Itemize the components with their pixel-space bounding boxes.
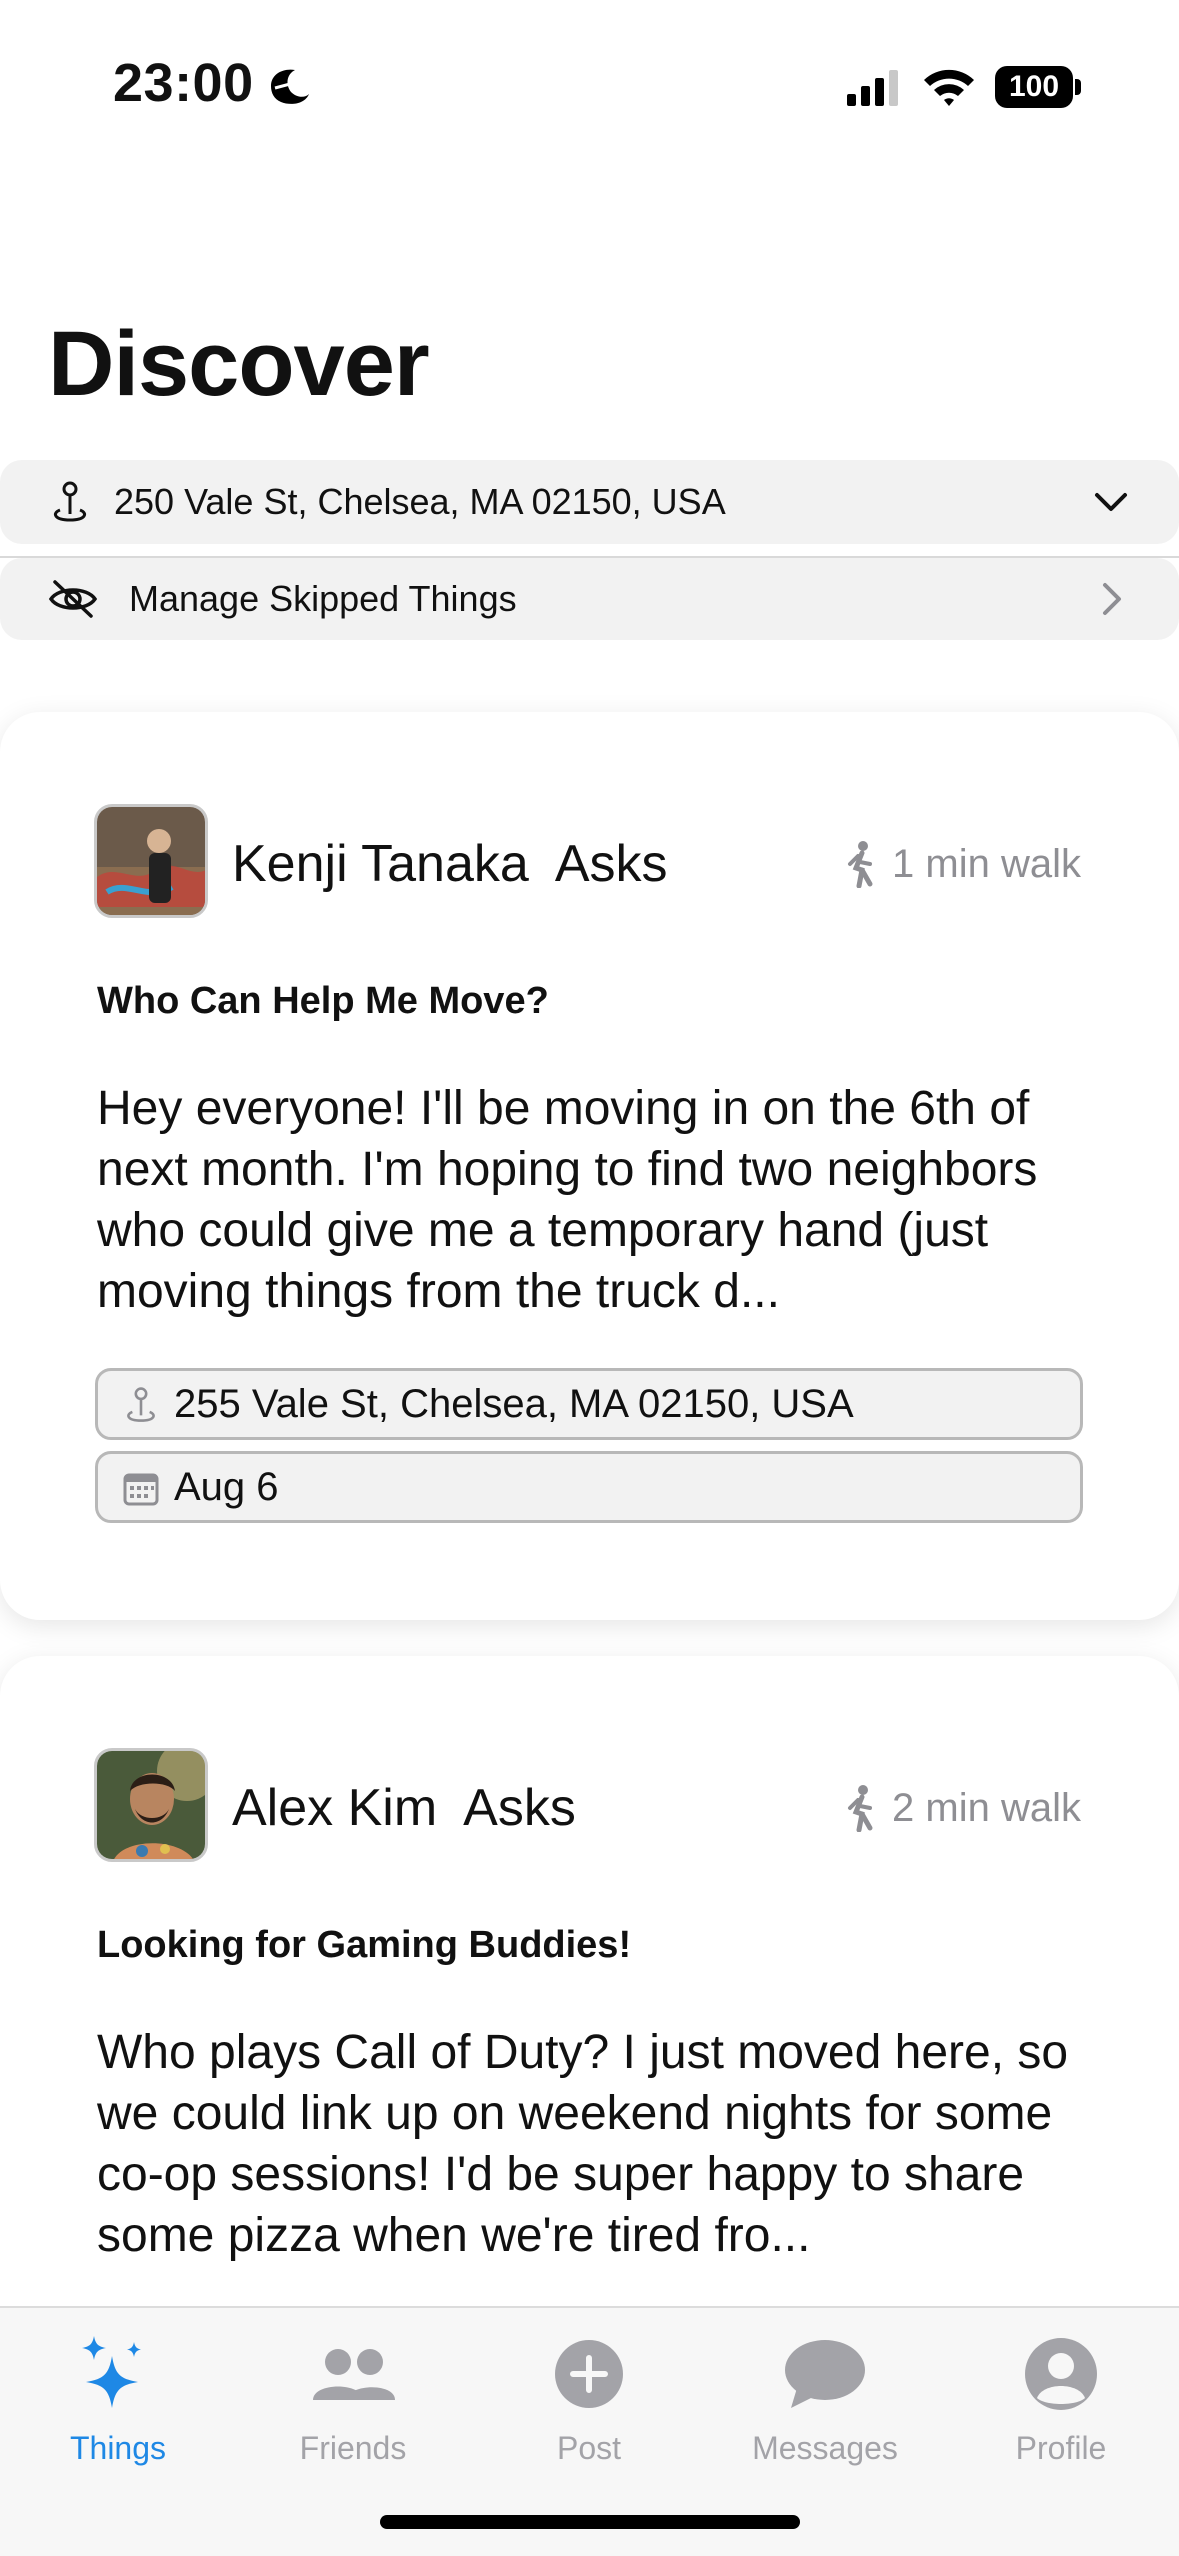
plus-circle-icon bbox=[555, 2340, 623, 2408]
tab-label: Messages bbox=[752, 2430, 898, 2466]
home-indicator[interactable] bbox=[380, 2515, 800, 2529]
avatar-photo bbox=[97, 807, 205, 915]
location-selector[interactable]: 250 Vale St, Chelsea, MA 02150, USA bbox=[0, 460, 1179, 544]
location-pin-icon bbox=[53, 481, 87, 522]
status-bar: 23:00 100 bbox=[0, 0, 1179, 140]
walk-distance-label: 1 min walk bbox=[892, 841, 1081, 886]
walking-person-icon bbox=[848, 1785, 873, 1832]
chevron-down-icon bbox=[1095, 493, 1127, 511]
poster-name: Kenji Tanaka Asks bbox=[232, 835, 668, 893]
tab-messages[interactable]: Messages bbox=[707, 2308, 943, 2478]
avatar[interactable] bbox=[94, 1748, 208, 1862]
tab-label: Friends bbox=[299, 2430, 407, 2466]
post-address: 255 Vale St, Chelsea, MA 02150, USA bbox=[174, 1381, 854, 1426]
tab-label: Post bbox=[556, 2430, 622, 2466]
eye-slash-icon bbox=[48, 580, 98, 618]
status-time: 23:00 bbox=[113, 53, 254, 113]
avatar[interactable] bbox=[94, 804, 208, 918]
chevron-right-icon bbox=[1103, 583, 1121, 615]
poster-name: Alex Kim Asks bbox=[232, 1779, 576, 1837]
page-title: Discover bbox=[48, 313, 430, 415]
walk-distance: 2 min walk bbox=[842, 1784, 1081, 1832]
tab-friends[interactable]: Friends bbox=[235, 2308, 471, 2478]
post-date: Aug 6 bbox=[174, 1464, 279, 1509]
post-title: Looking for Gaming Buddies! bbox=[97, 1924, 632, 1966]
walking-person-icon bbox=[848, 841, 873, 888]
walk-distance: 1 min walk bbox=[842, 840, 1081, 888]
battery-indicator: 100 bbox=[995, 66, 1081, 108]
manage-skipped-things-row[interactable]: Manage Skipped Things bbox=[0, 558, 1179, 640]
avatar-photo bbox=[97, 1751, 205, 1859]
cellular-signal-icon bbox=[847, 70, 898, 106]
battery-level: 100 bbox=[995, 66, 1073, 108]
walk-distance-label: 2 min walk bbox=[892, 1785, 1081, 1830]
tab-label: Profile bbox=[1015, 2430, 1107, 2466]
tab-profile[interactable]: Profile bbox=[943, 2308, 1179, 2478]
post-body: Who plays Call of Duty? I just moved her… bbox=[97, 2026, 1069, 2262]
post-body: Hey everyone! I'll be moving in on the 6… bbox=[97, 1082, 1038, 1318]
chat-bubble-icon bbox=[785, 2340, 865, 2408]
sleep-focus-icon bbox=[271, 69, 309, 104]
post-title: Who Can Help Me Move? bbox=[97, 980, 549, 1022]
battery-tip bbox=[1075, 79, 1081, 95]
discover-screen: 23:00 100 Discover 250 Vale St, Chelsea,… bbox=[0, 0, 1179, 2556]
wifi-icon bbox=[924, 69, 974, 106]
tab-label: Things bbox=[69, 2430, 167, 2466]
person-circle-icon bbox=[1025, 2338, 1097, 2410]
current-address: 250 Vale St, Chelsea, MA 02150, USA bbox=[114, 481, 726, 522]
manage-skipped-label: Manage Skipped Things bbox=[129, 578, 517, 619]
tab-post[interactable]: Post bbox=[471, 2308, 707, 2478]
sparkles-icon bbox=[82, 2336, 141, 2408]
post-card[interactable]: Kenji Tanaka Asks 1 min walk Who Can Hel… bbox=[0, 712, 1179, 1620]
people-icon bbox=[313, 2349, 395, 2400]
post-address-pill: 255 Vale St, Chelsea, MA 02150, USA bbox=[95, 1368, 1083, 1440]
location-pin-icon bbox=[127, 1387, 155, 1422]
tab-things[interactable]: Things bbox=[0, 2308, 236, 2478]
calendar-icon bbox=[123, 1473, 159, 1506]
post-date-pill: Aug 6 bbox=[95, 1451, 1083, 1523]
